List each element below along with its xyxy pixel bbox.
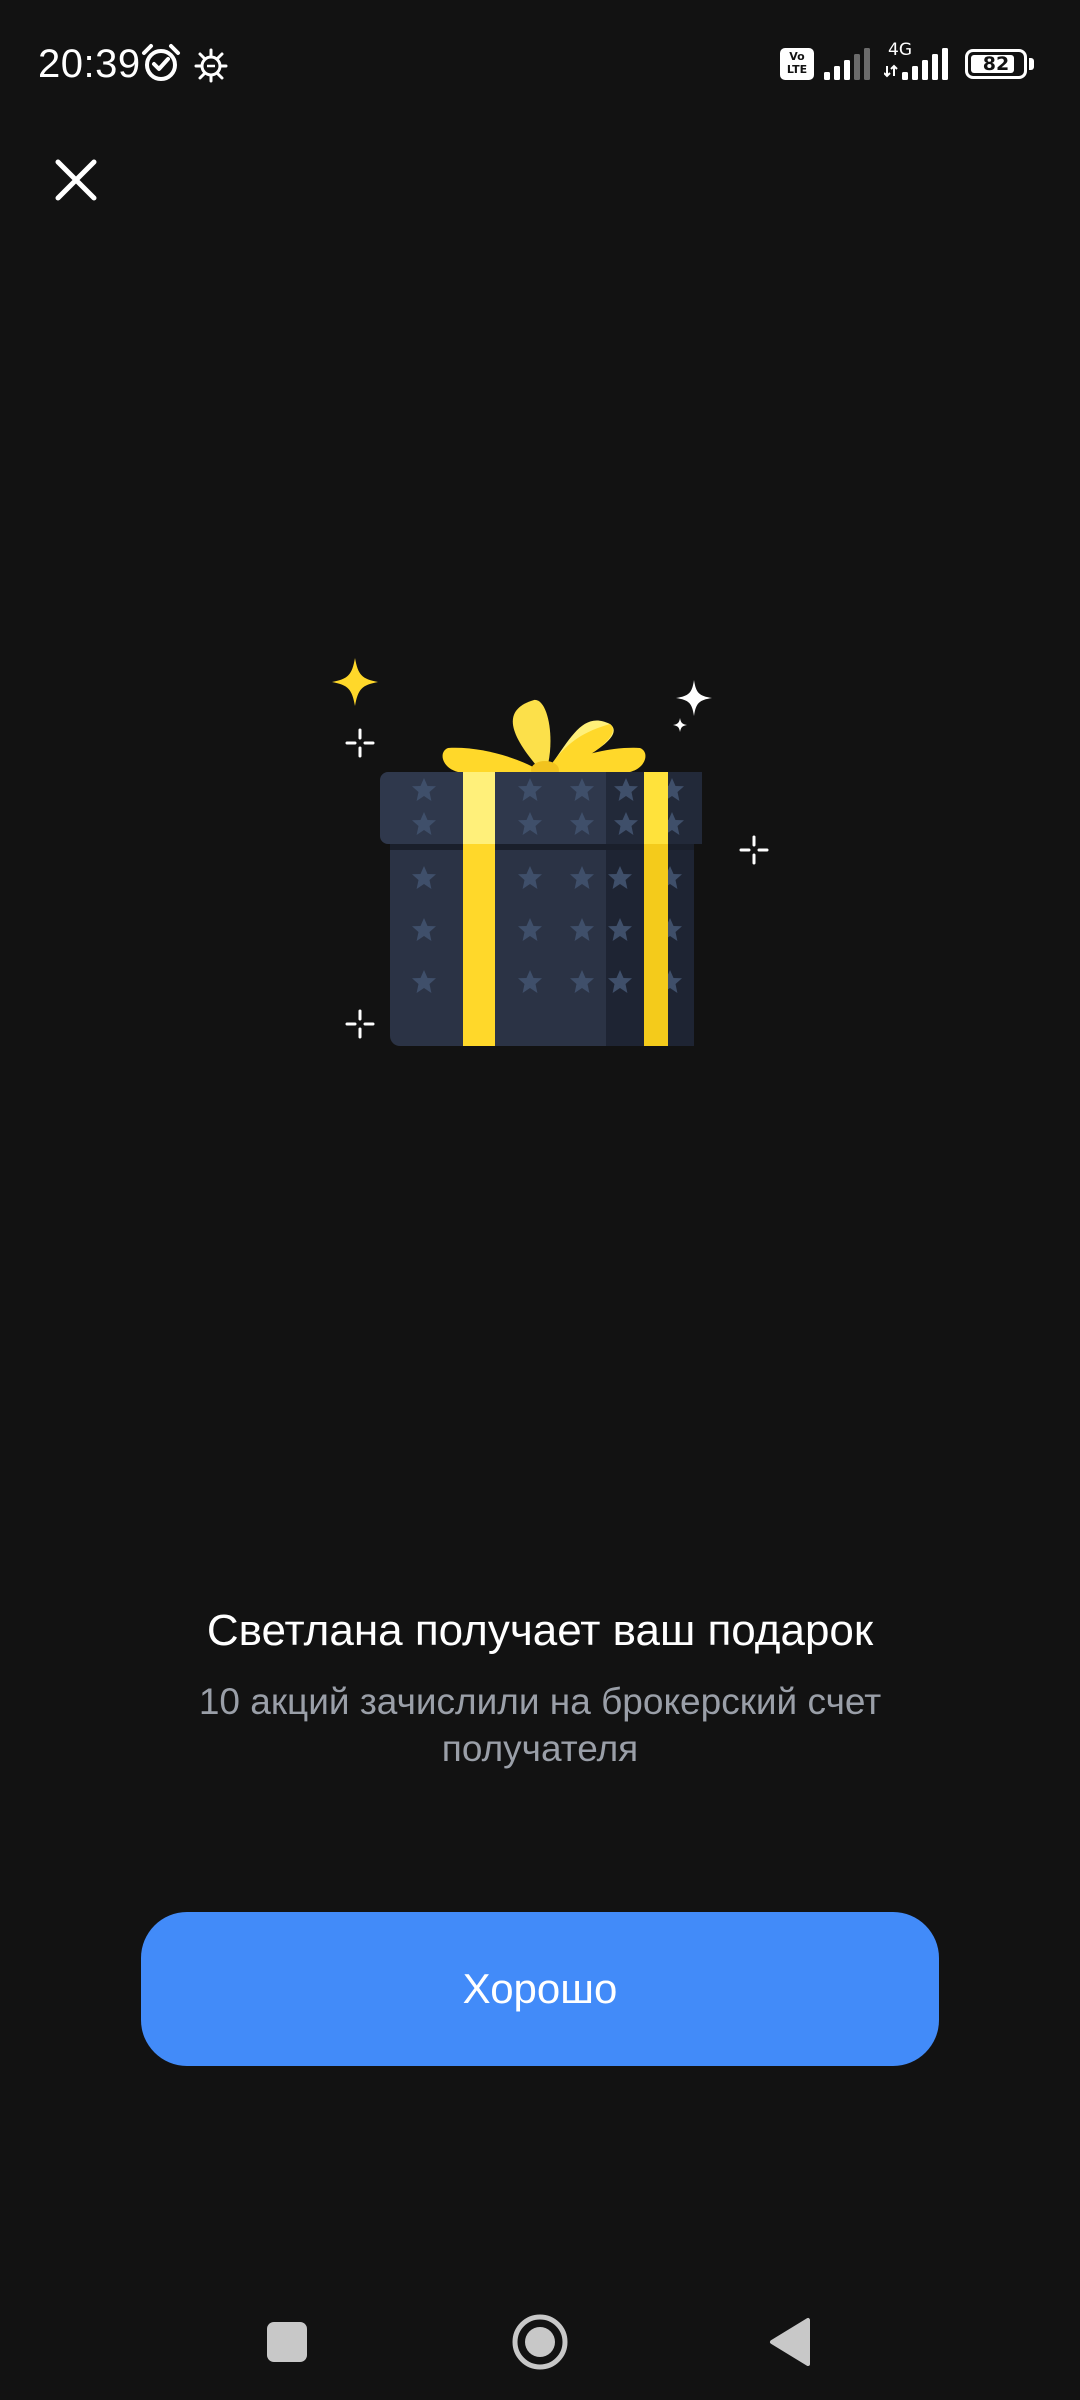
- gift-box-illustration: [332, 658, 769, 1046]
- home-button[interactable]: [500, 2302, 580, 2382]
- back-button[interactable]: [750, 2302, 830, 2382]
- volte-icon: Vo LTE: [780, 48, 814, 80]
- alarm-icon: [142, 44, 180, 81]
- close-button[interactable]: [36, 140, 116, 220]
- sparkle-gold-icon: [332, 658, 378, 706]
- gift-status-subtitle: 10 акций зачислили на брокерский счет по…: [198, 1681, 882, 1769]
- battery-level: 82: [982, 53, 1010, 75]
- gift-status-title: Светлана получает ваш подарок: [206, 1606, 874, 1655]
- system-navigation-bar: [0, 2280, 1080, 2400]
- back-icon: [770, 2318, 810, 2366]
- gift-box: [380, 772, 702, 1046]
- status-time: 20:39: [38, 42, 141, 86]
- ok-button[interactable]: Хорошо: [141, 1912, 939, 2066]
- signal-icon: [824, 48, 870, 80]
- close-icon: [55, 159, 97, 201]
- sparkle-white-icon: [673, 680, 712, 732]
- gift-bow: [442, 699, 646, 779]
- battery-icon: 82: [965, 49, 1027, 79]
- recents-icon: [267, 2322, 307, 2362]
- home-icon: [512, 2314, 568, 2370]
- gear-notification-icon: [194, 48, 228, 83]
- battery-tip: [1029, 58, 1034, 70]
- signal-4g-icon: [884, 48, 948, 80]
- recents-button[interactable]: [247, 2302, 327, 2382]
- status-bar: 20:39 Vo LTE 4G 82: [0, 0, 1080, 130]
